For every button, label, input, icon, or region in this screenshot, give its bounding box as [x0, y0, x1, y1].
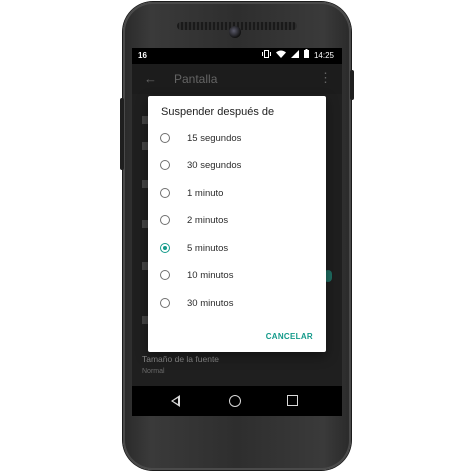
wifi-icon [275, 48, 286, 64]
radio-button[interactable] [160, 270, 170, 280]
nav-recents-icon[interactable] [287, 395, 298, 406]
status-notification-count: 16 [138, 51, 147, 60]
radio-option-15-seconds[interactable]: 15 segundos [160, 127, 310, 149]
nav-back-icon[interactable] [171, 395, 180, 407]
radio-option-label: 30 minutos [187, 297, 234, 309]
vibrate-icon [261, 48, 271, 64]
radio-button[interactable] [160, 215, 170, 225]
radio-option-5-minutes[interactable]: 5 minutos [160, 237, 310, 259]
screen: 16 14:25 ← Pantalla ⋮ Tamaño de la fuent… [132, 48, 342, 416]
radio-button[interactable] [160, 298, 170, 308]
radio-option-label: 5 minutos [187, 242, 229, 254]
volume-button [350, 70, 354, 100]
sleep-timeout-dialog: Suspender después de 15 segundos 30 segu… [148, 96, 326, 352]
battery-icon [303, 48, 309, 64]
radio-option-label: 15 segundos [187, 132, 242, 144]
nav-home-icon[interactable] [229, 395, 241, 407]
radio-option-30-seconds[interactable]: 30 segundos [160, 154, 310, 176]
status-time: 14:25 [313, 51, 334, 60]
radio-option-label: 10 minutos [187, 269, 234, 281]
dialog-title: Suspender después de [161, 106, 275, 118]
navigation-bar [132, 386, 342, 416]
radio-option-label: 1 minuto [187, 187, 224, 199]
radio-button[interactable] [160, 160, 170, 170]
radio-button[interactable] [160, 133, 170, 143]
radio-button-selected[interactable] [160, 243, 170, 253]
status-bar: 16 14:25 [132, 48, 342, 64]
radio-option-label: 30 segundos [187, 159, 242, 171]
status-icons: 14:25 [261, 48, 334, 64]
cancel-button[interactable]: CANCELAR [266, 332, 313, 341]
radio-option-2-minutes[interactable]: 2 minutos [160, 209, 310, 231]
radio-option-label: 2 minutos [187, 214, 229, 226]
power-button [120, 98, 124, 170]
radio-option-1-minute[interactable]: 1 minuto [160, 182, 310, 204]
font-size-setting-title: Tamaño de la fuente [142, 354, 220, 364]
radio-option-10-minutes[interactable]: 10 minutos [160, 264, 310, 286]
font-size-setting-value: Normal [142, 368, 165, 375]
radio-button[interactable] [160, 188, 170, 198]
radio-option-30-minutes[interactable]: 30 minutos [160, 292, 310, 314]
front-camera [229, 26, 241, 38]
signal-icon [290, 48, 299, 64]
